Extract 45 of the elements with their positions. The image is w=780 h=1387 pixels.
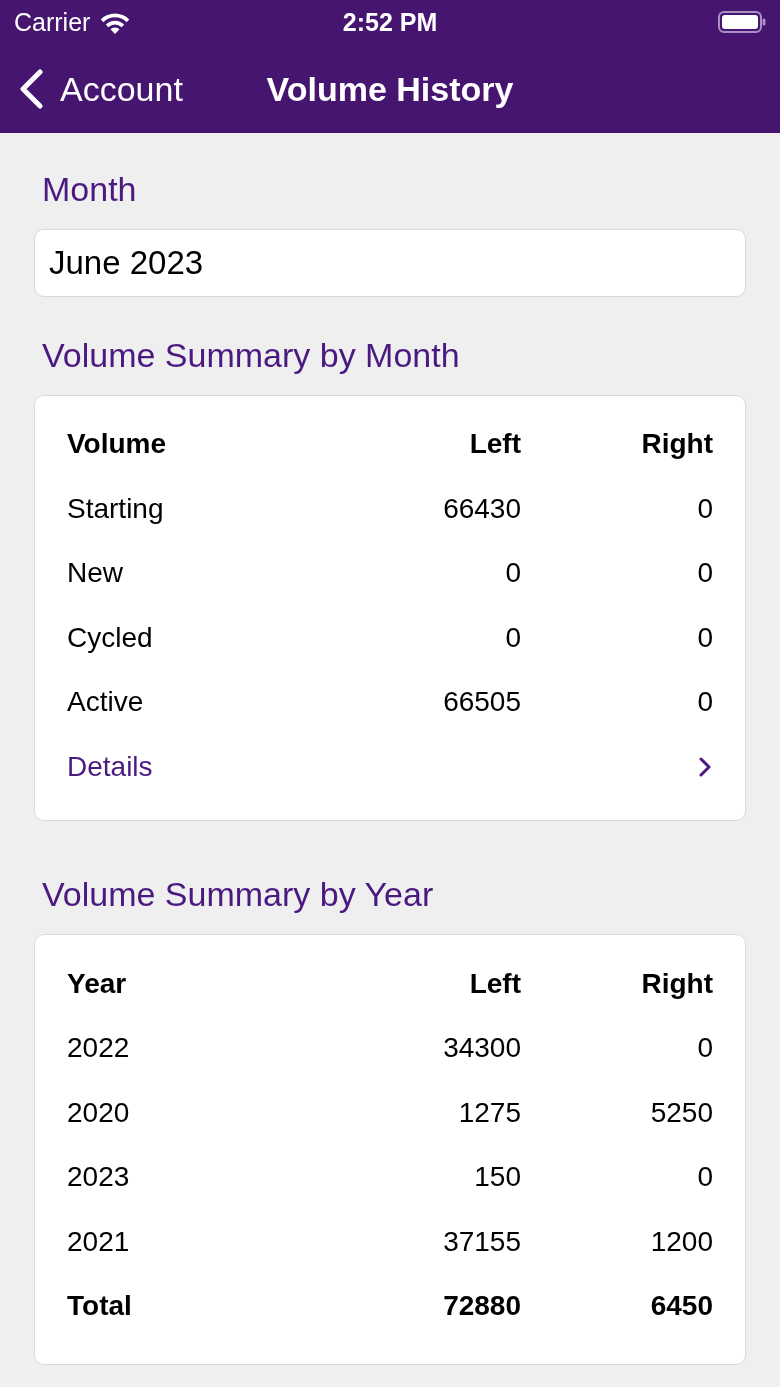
- table-cell: New: [67, 556, 123, 591]
- table-cell: 1275: [458, 1095, 521, 1130]
- table-cell: 0: [697, 1160, 713, 1195]
- total-cell: 72880: [443, 1289, 521, 1324]
- column-header: Volume: [67, 427, 167, 462]
- table-cell: Cycled: [67, 620, 153, 655]
- status-time: 2:52 PM: [342, 7, 438, 37]
- section-title: Volume Summary by Year: [42, 873, 434, 914]
- carrier-label: Carrier: [14, 7, 91, 37]
- back-button[interactable]: Account: [18, 68, 183, 109]
- battery-icon: [718, 11, 766, 33]
- table-cell: 1200: [650, 1224, 713, 1259]
- chevron-left-icon: [18, 68, 44, 109]
- table-cell: 2022: [67, 1031, 130, 1066]
- field-label: Month: [42, 169, 137, 209]
- table-cell: 2023: [67, 1160, 130, 1195]
- table-cell: 0: [697, 556, 713, 591]
- table-cell: 66505: [443, 685, 521, 720]
- column-header: Left: [469, 427, 521, 462]
- table-cell: 37155: [443, 1224, 521, 1259]
- table-cell: 2020: [67, 1095, 130, 1130]
- column-header: Left: [469, 966, 521, 1001]
- table-cell: 66430: [443, 491, 521, 526]
- table-cell: Starting: [67, 491, 164, 526]
- table-cell: 5250: [650, 1095, 713, 1130]
- table-cell: 0: [697, 491, 713, 526]
- details-link[interactable]: Details: [67, 749, 153, 784]
- column-header: Right: [641, 966, 713, 1001]
- column-header: Right: [641, 427, 713, 462]
- table-cell: 0: [697, 620, 713, 655]
- chevron-right-icon[interactable]: [699, 756, 711, 777]
- screen-title: Volume History: [266, 68, 514, 109]
- column-header: Year: [67, 966, 127, 1001]
- table-cell: 0: [697, 685, 713, 720]
- table-cell: 0: [505, 556, 521, 591]
- month-field[interactable]: June 2023: [34, 229, 746, 297]
- table-cell: Active: [67, 685, 144, 720]
- table-cell: 2021: [67, 1224, 130, 1259]
- total-cell: 6450: [650, 1289, 713, 1324]
- table-cell: 0: [697, 1031, 713, 1066]
- total-cell: Total: [67, 1289, 132, 1324]
- table-cell: 150: [474, 1160, 521, 1195]
- section-title: Volume Summary by Month: [42, 335, 460, 375]
- table-cell: 0: [505, 620, 521, 655]
- table-cell: 34300: [443, 1031, 521, 1066]
